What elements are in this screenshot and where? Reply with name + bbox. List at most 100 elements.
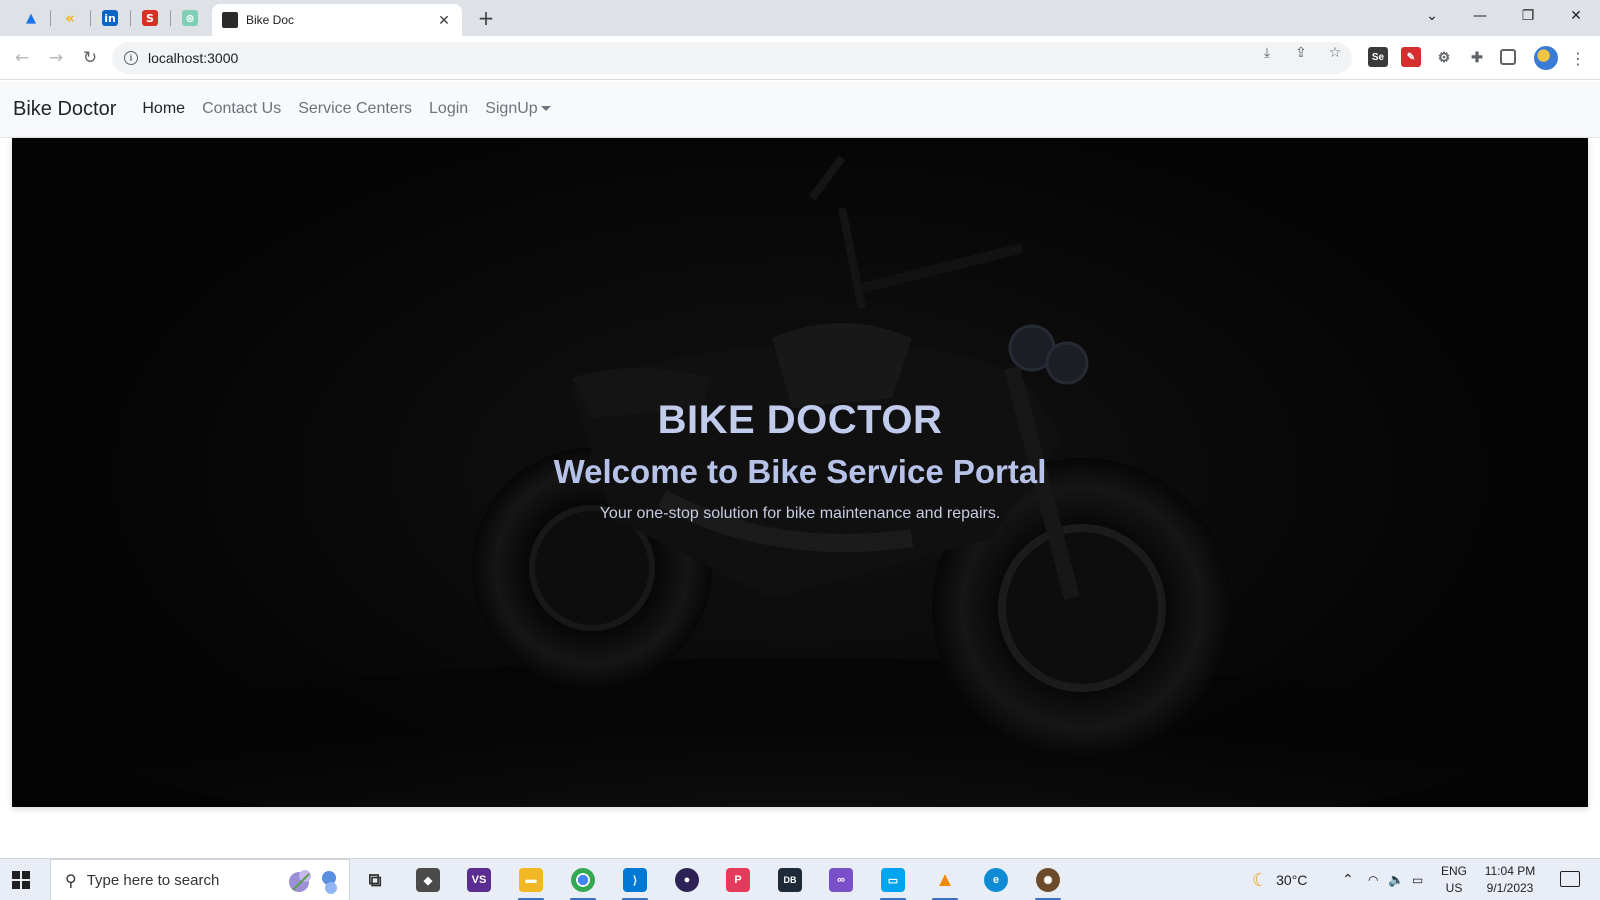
system-clock[interactable]: 11:04 PM 9/1/2023 — [1470, 863, 1550, 897]
tab-title: Bike Doc — [246, 13, 295, 27]
nav-link-service-centers[interactable]: Service Centers — [298, 100, 412, 118]
nav-link-home[interactable]: Home — [142, 100, 185, 118]
taskbar-app-extra[interactable]: ✺ — [1033, 865, 1063, 900]
close-tab-icon[interactable]: ✕ — [436, 12, 452, 29]
nav-link-contact[interactable]: Contact Us — [202, 100, 281, 118]
linkedin-icon: in — [102, 10, 118, 26]
reload-button[interactable]: ↻ — [78, 46, 102, 70]
app-extra-icon: ✺ — [1036, 868, 1060, 892]
taskbar-app-file-explorer[interactable]: ▬ — [516, 865, 546, 900]
chrome-icon — [571, 868, 595, 892]
taskbar-app-mysql[interactable]: DB — [775, 865, 805, 895]
bike-doc-favicon — [222, 12, 238, 28]
file-explorer-icon: ▬ — [519, 868, 543, 892]
hero-banner: BIKE DOCTOR Welcome to Bike Service Port… — [12, 138, 1588, 807]
mysql-icon: DB — [778, 868, 802, 892]
show-hidden-icons-chevron[interactable]: ⌃ — [1342, 859, 1354, 900]
notification-center-icon[interactable] — [1560, 871, 1580, 887]
unity-icon: ◆ — [416, 868, 440, 892]
taskbar-app-unity[interactable]: ◆ — [413, 865, 443, 895]
pinned-tab-linkedin[interactable]: in — [97, 6, 123, 30]
hero-description: Your one-stop solution for bike maintena… — [599, 505, 1001, 522]
eclipse-icon: ● — [675, 868, 699, 892]
close-window-button[interactable]: ✕ — [1556, 4, 1596, 28]
taskbar-search-box[interactable]: ⚲ Type here to search — [50, 859, 350, 900]
app-icon: « — [65, 9, 75, 27]
weather-widget[interactable]: ☾ 30°C — [1252, 859, 1307, 900]
restore-button[interactable]: ❐ — [1508, 4, 1548, 28]
extension-gear-icon[interactable]: ⚙ — [1434, 47, 1454, 67]
hero-text-block: BIKE DOCTOR Welcome to Bike Service Port… — [12, 398, 1588, 523]
browser-toolbar: ← → ↻ i localhost:3000 ⤓ ⇪ ☆ Se ✎ ⚙ ✚ ⋮ — [0, 36, 1600, 80]
new-tab-button[interactable]: + — [474, 6, 498, 30]
bookmark-star-icon[interactable]: ☆ — [1326, 44, 1344, 62]
pdf-extension-icon[interactable]: ✎ — [1401, 47, 1421, 67]
volume-icon[interactable]: 🔈 — [1388, 859, 1404, 900]
pinned-tab-app[interactable]: « — [57, 6, 83, 30]
active-tab[interactable]: Bike Doc ✕ — [212, 4, 462, 36]
search-highlight-illustration — [289, 870, 337, 894]
taskbar-app-postman[interactable]: P — [723, 865, 753, 895]
extensions-puzzle-icon[interactable]: ✚ — [1467, 47, 1487, 67]
selenium-extension-icon[interactable]: Se — [1368, 47, 1388, 67]
taskbar-app-vlc[interactable]: ▲ — [930, 865, 960, 900]
language-code: ENG — [1440, 864, 1467, 878]
tab-separator — [130, 10, 131, 26]
minimize-button[interactable]: — — [1460, 4, 1500, 28]
visual-studio-icon: VS — [467, 868, 491, 892]
back-button[interactable]: ← — [10, 46, 34, 70]
share-icon[interactable]: ⇪ — [1292, 44, 1310, 62]
language-indicator[interactable]: ENG US — [1436, 863, 1472, 897]
url-text: localhost:3000 — [148, 50, 239, 66]
windows-logo-pane — [22, 871, 30, 879]
taskbar-app-chrome[interactable] — [568, 865, 598, 900]
tab-separator — [170, 10, 171, 26]
search-placeholder: Type here to search — [86, 871, 220, 889]
site-navbar: Bike Doctor Home Contact Us Service Cent… — [0, 81, 1600, 138]
install-app-icon[interactable]: ⤓ — [1258, 44, 1276, 62]
tab-separator — [90, 10, 91, 26]
taskbar-app-edge[interactable]: e — [981, 865, 1011, 895]
profile-avatar[interactable] — [1534, 46, 1558, 70]
battery-icon[interactable]: ▭ — [1412, 859, 1423, 900]
moon-weather-icon: ☾ — [1252, 869, 1269, 891]
taskbar-app-eclipse[interactable]: ● — [672, 865, 702, 895]
windows-logo-pane — [22, 881, 30, 889]
vlc-icon: ▲ — [935, 868, 955, 891]
taskbar-app-task-view[interactable]: ⧉ — [360, 865, 390, 895]
windows-logo-pane — [12, 871, 20, 879]
windows-start-button[interactable] — [12, 871, 30, 889]
taskbar-app-vscode[interactable]: ⟩ — [620, 865, 650, 900]
remote-desktop-icon: ▭ — [881, 868, 905, 892]
address-bar[interactable]: i localhost:3000 — [112, 42, 1352, 74]
pinned-tab-s-app[interactable]: S — [137, 6, 163, 30]
pinned-tab-drive[interactable]: ▲ — [18, 6, 44, 30]
browser-menu-icon[interactable]: ⋮ — [1568, 46, 1588, 70]
weather-temperature: 30°C — [1276, 872, 1308, 888]
hero-subtitle: Welcome to Bike Service Portal — [553, 453, 1047, 490]
tab-search-icon[interactable]: ⌄ — [1412, 4, 1452, 28]
task-view-icon: ⧉ — [368, 869, 382, 890]
forward-button[interactable]: → — [44, 46, 68, 70]
vs-preview-icon: ∞ — [829, 868, 853, 892]
taskbar-app-vs-preview[interactable]: ∞ — [826, 865, 856, 895]
pinned-tab-chatgpt[interactable]: ⊛ — [177, 6, 203, 30]
taskbar-app-visual-studio[interactable]: VS — [464, 865, 494, 895]
windows-taskbar: ⚲ Type here to search ⧉ ◆ VS ▬ ⟩ ● P DB … — [0, 858, 1600, 900]
caret-down-icon — [540, 106, 551, 112]
nav-link-login[interactable]: Login — [429, 100, 468, 118]
postman-icon: P — [726, 868, 750, 892]
site-brand[interactable]: Bike Doctor — [13, 98, 116, 121]
signup-label: SignUp — [485, 100, 538, 117]
browser-tab-strip: ▲ « in S ⊛ Bike Doc ✕ + ⌄ — ❐ ✕ — [0, 0, 1600, 36]
hero-title: BIKE DOCTOR — [657, 398, 943, 442]
taskbar-app-remote-desktop[interactable]: ▭ — [878, 865, 908, 900]
drive-icon: ▲ — [26, 10, 36, 26]
vscode-icon: ⟩ — [623, 868, 647, 892]
site-info-icon[interactable]: i — [124, 51, 138, 65]
s-app-icon: S — [142, 10, 158, 26]
nav-dropdown-signup[interactable]: SignUp — [485, 100, 551, 118]
wifi-icon[interactable]: ◠ — [1368, 859, 1378, 900]
tab-separator — [50, 10, 51, 26]
side-panel-icon[interactable] — [1500, 49, 1516, 65]
